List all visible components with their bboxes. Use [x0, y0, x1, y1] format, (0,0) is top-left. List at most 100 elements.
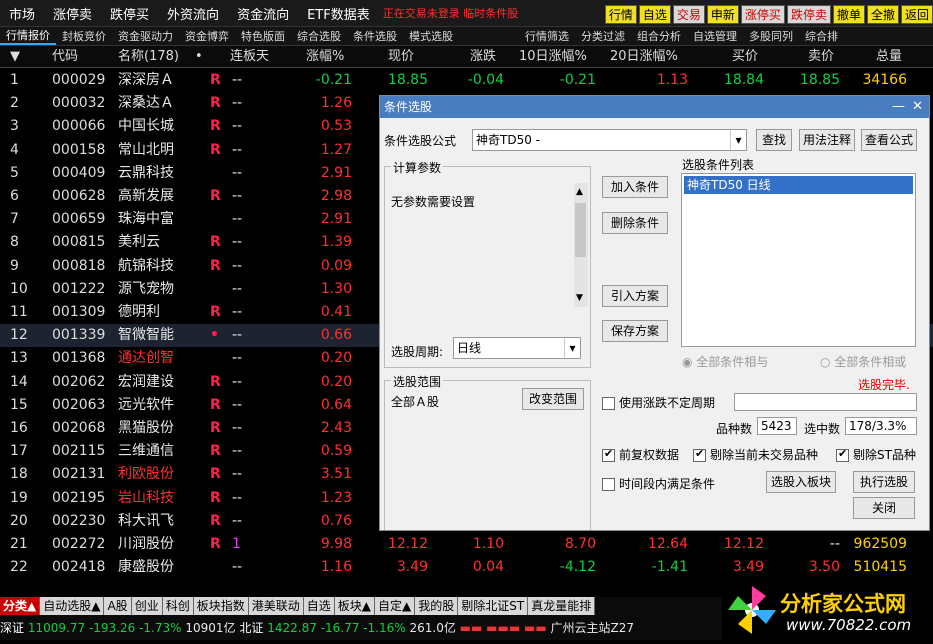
- pre-adjust-checkbox[interactable]: 前复权数据: [602, 446, 679, 463]
- tab-feature[interactable]: 特色版面: [235, 28, 291, 44]
- row-mark: R: [210, 373, 221, 390]
- find-button[interactable]: 查找: [756, 129, 792, 151]
- btn-cancel-all[interactable]: 全撤: [866, 5, 899, 24]
- tab-capital-drive[interactable]: 资金驱动力: [112, 28, 179, 44]
- params-scrollbar[interactable]: ▲ ▼: [574, 183, 588, 307]
- table-row[interactable]: 1 000029 深深房Ａ R -- -0.21 18.85 -0.04 -0.21 1.13 18…: [0, 69, 933, 92]
- condition-list-item[interactable]: 神奇TD50 日线: [684, 176, 913, 194]
- exclude-untraded-checkbox[interactable]: 剔除当前未交易品种: [693, 446, 818, 463]
- tab-combined-pick[interactable]: 综合选股: [291, 28, 347, 44]
- row-price: 3.49: [396, 559, 428, 576]
- bottom-tab-sector-index[interactable]: 板块指数: [193, 597, 249, 615]
- header-ask[interactable]: 卖价: [808, 46, 834, 68]
- btn-limit-sell[interactable]: 跌停卖: [786, 5, 831, 24]
- tab-quote[interactable]: 行情报价: [0, 27, 56, 45]
- btn-cancel[interactable]: 撤单: [832, 5, 865, 24]
- scroll-down-icon[interactable]: ▼: [576, 293, 583, 303]
- import-plan-button[interactable]: 引入方案: [602, 285, 668, 307]
- row-mark: R: [210, 443, 221, 460]
- header-change[interactable]: 涨跌: [470, 46, 496, 68]
- delete-condition-button[interactable]: 删除条件: [602, 212, 668, 234]
- btn-watchlist[interactable]: 自选: [638, 5, 671, 24]
- dialog-titlebar: 条件选股 — ✕: [380, 96, 929, 118]
- scroll-up-icon[interactable]: ▲: [576, 187, 583, 197]
- row-mark: R: [210, 420, 221, 436]
- btn-quote[interactable]: 行情: [604, 5, 637, 24]
- to-block-button[interactable]: 选股入板块: [766, 471, 836, 493]
- header-bid[interactable]: 买价: [732, 46, 758, 68]
- scroll-thumb[interactable]: [575, 203, 586, 257]
- header-code[interactable]: 代码: [52, 46, 78, 68]
- add-condition-button[interactable]: 加入条件: [602, 176, 668, 198]
- bottom-tab-hk-us[interactable]: 港美联动: [248, 597, 304, 615]
- sort-arrow-icon[interactable]: ▼: [10, 46, 20, 68]
- row-name: 科大讯飞: [118, 512, 174, 529]
- table-row[interactable]: 21 002272 川润股份 R 1 9.98 12.12 1.10 8.70 12.64 12.1…: [0, 533, 933, 556]
- exclude-st-checkbox[interactable]: 剔除ST品种: [836, 446, 916, 463]
- tab-category-filter[interactable]: 分类过滤: [575, 28, 631, 44]
- period-select[interactable]: 日线 ▾: [453, 337, 581, 359]
- radio-all-and[interactable]: ◉ 全部条件相与: [682, 353, 768, 370]
- bottom-tab-watchlist[interactable]: 自选: [303, 597, 335, 615]
- menu-item-foreign-flow[interactable]: 外资流向: [158, 4, 228, 23]
- bottom-tab-star[interactable]: 科创: [162, 597, 194, 615]
- header-volume[interactable]: 总量: [876, 46, 902, 68]
- radio-all-or[interactable]: ○ 全部条件相或: [820, 353, 906, 370]
- bottom-tab-category[interactable]: 分类▲: [0, 597, 41, 615]
- header-price[interactable]: 现价: [388, 46, 414, 68]
- minimize-icon[interactable]: —: [892, 96, 905, 118]
- header-change-pct[interactable]: 涨幅%: [306, 46, 344, 68]
- header-name[interactable]: 名称(178): [118, 46, 179, 68]
- tab-filter[interactable]: 行情筛选: [519, 28, 575, 44]
- btn-ipo[interactable]: 申新: [706, 5, 739, 24]
- close-icon[interactable]: ✕: [912, 96, 923, 118]
- tab-seal-bid[interactable]: 封板竞价: [56, 28, 112, 44]
- bottom-tab-custom[interactable]: 自定▲: [375, 597, 416, 615]
- menu-item-etf[interactable]: ETF数据表: [298, 4, 379, 23]
- use-period-checkbox[interactable]: 使用涨跌不定周期: [602, 394, 715, 411]
- row-price: 12.12: [387, 536, 428, 552]
- tab-multi-stock[interactable]: 多股同列: [743, 28, 799, 44]
- usage-button[interactable]: 用法注释: [799, 129, 855, 151]
- chevron-down-icon[interactable]: ▾: [564, 338, 580, 358]
- bottom-tab-a-share[interactable]: A股: [104, 597, 132, 615]
- btn-trade[interactable]: 交易: [672, 5, 705, 24]
- bottom-tab-my-stocks[interactable]: 我的股: [415, 597, 459, 615]
- row-code: 000032: [52, 95, 106, 112]
- header-10d[interactable]: 10日涨幅%: [519, 46, 587, 68]
- close-button[interactable]: 关闭: [853, 497, 915, 519]
- tab-portfolio[interactable]: 组合分析: [631, 28, 687, 44]
- tab-pattern-pick[interactable]: 模式选股: [403, 28, 459, 44]
- row-number: 16: [10, 420, 28, 436]
- menu-item-capital-flow[interactable]: 资金流向: [228, 4, 298, 23]
- bottom-tab-exclude-st[interactable]: 剔除北证ST: [458, 597, 529, 615]
- row-price: 18.85: [387, 72, 428, 88]
- bottom-tab-chinext[interactable]: 创业: [131, 597, 163, 615]
- menu-item-market[interactable]: 市场: [0, 4, 44, 23]
- save-plan-button[interactable]: 保存方案: [602, 320, 668, 342]
- row-code: 000659: [52, 211, 106, 228]
- menu-item-limit-down-buy[interactable]: 跌停买: [101, 4, 158, 23]
- period-input[interactable]: [734, 393, 917, 411]
- bottom-tab-sector[interactable]: 板块▲: [334, 597, 375, 615]
- btn-limit-buy[interactable]: 涨停买: [740, 5, 785, 24]
- formula-select[interactable]: 神奇TD50 - ▾: [472, 129, 747, 151]
- tab-combined-rank[interactable]: 综合排: [799, 28, 844, 44]
- condition-list[interactable]: 神奇TD50 日线: [681, 173, 916, 347]
- row-change-pct: 9.98: [320, 536, 352, 552]
- tab-capital-game[interactable]: 资金博弈: [179, 28, 235, 44]
- header-20d[interactable]: 20日涨幅%: [610, 46, 678, 68]
- execute-pick-button[interactable]: 执行选股: [853, 471, 915, 493]
- header-consecutive[interactable]: 连板天: [230, 46, 269, 68]
- bottom-tab-dragon[interactable]: 真龙量能排: [528, 597, 596, 615]
- time-range-checkbox[interactable]: 时间段内满足条件: [602, 475, 715, 492]
- table-row[interactable]: 22 002418 康盛股份 -- 1.16 3.49 0.04 -4.12 -1.41 3.49…: [0, 556, 933, 579]
- change-scope-button[interactable]: 改变范围: [522, 388, 584, 410]
- tab-watch-manage[interactable]: 自选管理: [687, 28, 743, 44]
- btn-return[interactable]: 返回: [900, 5, 933, 24]
- menu-item-limit-up-sell[interactable]: 涨停卖: [44, 4, 101, 23]
- chevron-down-icon[interactable]: ▾: [730, 130, 746, 150]
- tab-condition-pick[interactable]: 条件选股: [347, 28, 403, 44]
- bottom-tab-auto-pick[interactable]: 自动选股▲: [40, 597, 105, 615]
- view-formula-button[interactable]: 查看公式: [861, 129, 917, 151]
